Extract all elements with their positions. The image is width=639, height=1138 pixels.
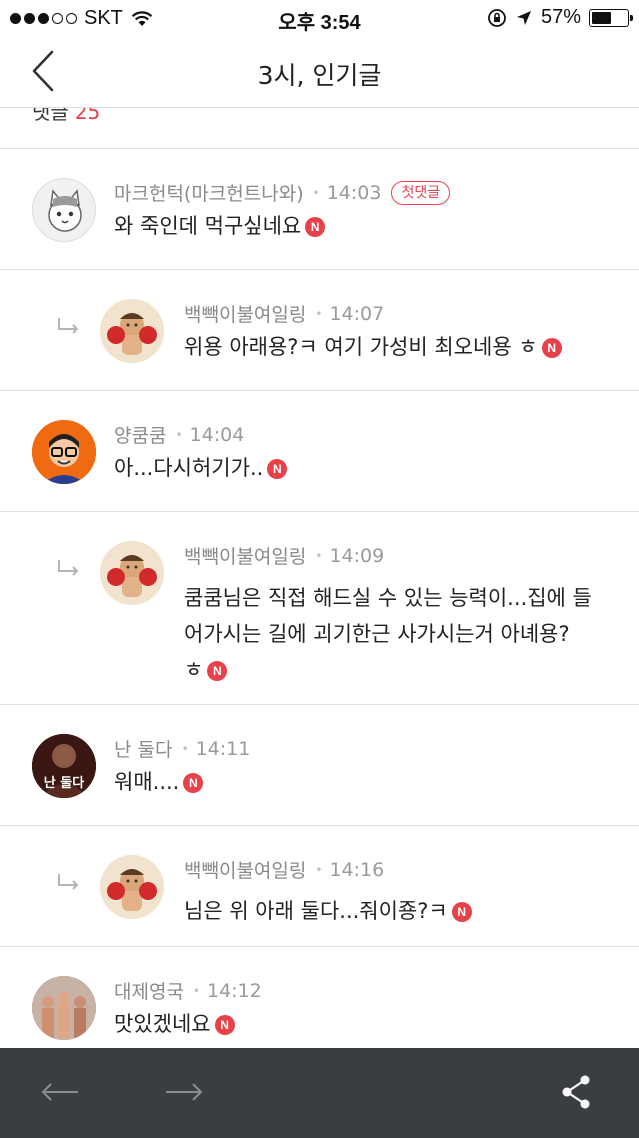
battery-fill [592, 11, 612, 24]
boxer-avatar[interactable] [100, 541, 164, 605]
boxer-avatar[interactable] [100, 299, 164, 363]
comment-item[interactable]: 양쿰쿰 • 14:04 아...다시허기가.. N [0, 390, 639, 512]
avatar-caption: 난 둘다 [43, 776, 85, 791]
bottom-toolbar [0, 1048, 639, 1138]
comment-item[interactable]: 마크헌턱(마크헌트나와) • 14:03 첫댓글 와 죽인데 먹구싶네요 N [0, 148, 639, 270]
comment-meta: 마크헌턱(마크헌트나와) • 14:03 첫댓글 [114, 179, 451, 206]
rotation-lock-icon [488, 8, 506, 27]
reply-meta: 백빽이불여일링 • 14:16 [184, 856, 384, 883]
back-nav-button[interactable] [34, 1068, 86, 1116]
comment-body: 아...다시허기가.. N [114, 449, 288, 487]
location-arrow-icon [516, 10, 531, 25]
new-badge: N [214, 1015, 235, 1035]
comment-body: 맛있겠네요 N [114, 1005, 235, 1043]
reply-text-line: 쿰쿰님은 직접 해드실 수 있는 능력이...집에 들 [184, 586, 592, 610]
new-badge: N [183, 773, 204, 793]
dark-photo-avatar[interactable]: 난 둘다 [32, 734, 96, 798]
reply-item[interactable]: 백빽이불여일링 • 14:07 위용 아래용?ㅋ 여기 가성비 최오네용 ㅎN [0, 269, 639, 391]
comment-time: 14:04 [189, 423, 245, 446]
reply-body: 쿰쿰님은 직접 해드실 수 있는 능력이...집에 들 어가시는 길에 괴기한근… [184, 580, 592, 688]
comment-item[interactable]: 난 둘다 난 둘다 • 14:11 워매.... N [0, 704, 639, 826]
comment-text: 워매.... [114, 770, 180, 794]
reply-time: 14:07 [329, 302, 385, 325]
reply-arrow-icon [58, 874, 79, 890]
comment-count-label: 댓글 [32, 108, 69, 124]
boxer-avatar[interactable] [100, 855, 164, 919]
reply-text-line: 어가시는 길에 괴기한근 사가시는거 아녜용? [184, 622, 570, 646]
status-bar: SKT 오후 3:54 57% [0, 0, 639, 36]
comment-count: 25 [74, 108, 101, 124]
comment-count-peek: 댓글 25 [32, 108, 100, 125]
reply-item[interactable]: 백빽이불여일링 • 14:16 님은 위 아래 둘다...줘이죵?ㅋ N [0, 825, 639, 947]
comment-author[interactable]: 대제영국 [114, 977, 184, 1004]
comment-text: 맛있겠네요 [114, 1012, 211, 1036]
new-badge: N [207, 661, 228, 681]
reply-meta: 백빽이불여일링 • 14:07 [184, 300, 384, 327]
cat-avatar[interactable] [32, 178, 96, 242]
comment-meta: 대제영국 • 14:12 [114, 977, 262, 1004]
comment-author[interactable]: 마크헌턱(마크헌트나와) [114, 179, 304, 206]
comment-time: 14:12 [207, 979, 262, 1002]
crowd-photo-avatar[interactable] [32, 976, 96, 1040]
reply-item[interactable]: 백빽이불여일링 • 14:09 쿰쿰님은 직접 해드실 수 있는 능력이...집… [0, 511, 639, 705]
reply-author[interactable]: 백빽이불여일링 [184, 300, 306, 327]
reply-arrow-icon [58, 560, 79, 576]
status-left: SKT [10, 7, 153, 30]
reply-time: 14:16 [329, 858, 385, 881]
page-title: 3시, 인기글 [257, 61, 382, 90]
arrow-left-icon [41, 1083, 78, 1101]
comment-text: 아...다시허기가.. [114, 456, 264, 480]
comment-time: 14:11 [195, 737, 251, 760]
reply-author[interactable]: 백빽이불여일링 [184, 856, 306, 883]
reply-author[interactable]: 백빽이불여일링 [184, 542, 306, 569]
reply-time: 14:09 [329, 544, 385, 567]
share-icon [562, 1075, 590, 1109]
chevron-left-icon [32, 50, 54, 92]
reply-body: 위용 아래용?ㅋ 여기 가성비 최오네용 ㅎN [184, 328, 562, 366]
reply-text: 님은 위 아래 둘다...줘이죵?ㅋ [184, 899, 448, 923]
status-right: 57% [487, 6, 633, 29]
wifi-icon [131, 10, 153, 26]
arrow-right-icon [166, 1083, 203, 1101]
battery-percent: 57% [540, 6, 581, 28]
first-comment-badge: 첫댓글 [391, 180, 451, 205]
signal-strength-icon [10, 13, 77, 24]
new-badge: N [305, 217, 326, 237]
comment-text: 와 죽인데 먹구싶네요 [114, 214, 302, 238]
comment-meta: 양쿰쿰 • 14:04 [114, 421, 244, 448]
reply-arrow-icon [58, 318, 79, 334]
comment-body: 워매.... N [114, 763, 204, 801]
comment-list: 댓글 25 마크헌턱(마크헌트나와) • 14:03 첫댓글 와 죽인데 먹구싶네… [0, 108, 639, 1048]
reply-meta: 백빽이불여일링 • 14:09 [184, 542, 384, 569]
comment-author[interactable]: 양쿰쿰 [114, 421, 166, 448]
carrier-name: SKT [84, 7, 123, 29]
back-button[interactable] [20, 48, 66, 94]
reply-text: 위용 아래용?ㅋ 여기 가성비 최오네용 ㅎ [184, 335, 538, 359]
glasses-man-avatar[interactable] [32, 420, 96, 484]
comment-item[interactable]: 대제영국 • 14:12 맛있겠네요 N [0, 946, 639, 1048]
nav-header: 3시, 인기글 [0, 36, 639, 108]
reply-text-line: ㅎ [184, 658, 204, 682]
reply-body: 님은 위 아래 둘다...줘이죵?ㅋ N [184, 892, 472, 930]
battery-icon [589, 8, 633, 27]
share-button[interactable] [550, 1068, 602, 1116]
new-badge: N [267, 459, 288, 479]
comment-time: 14:03 [326, 181, 382, 204]
new-badge: N [541, 338, 562, 358]
comment-body: 와 죽인데 먹구싶네요 N [114, 207, 326, 245]
forward-nav-button[interactable] [158, 1068, 210, 1116]
comment-author[interactable]: 난 둘다 [114, 735, 172, 762]
comment-meta: 난 둘다 • 14:11 [114, 735, 250, 762]
new-badge: N [451, 902, 472, 922]
